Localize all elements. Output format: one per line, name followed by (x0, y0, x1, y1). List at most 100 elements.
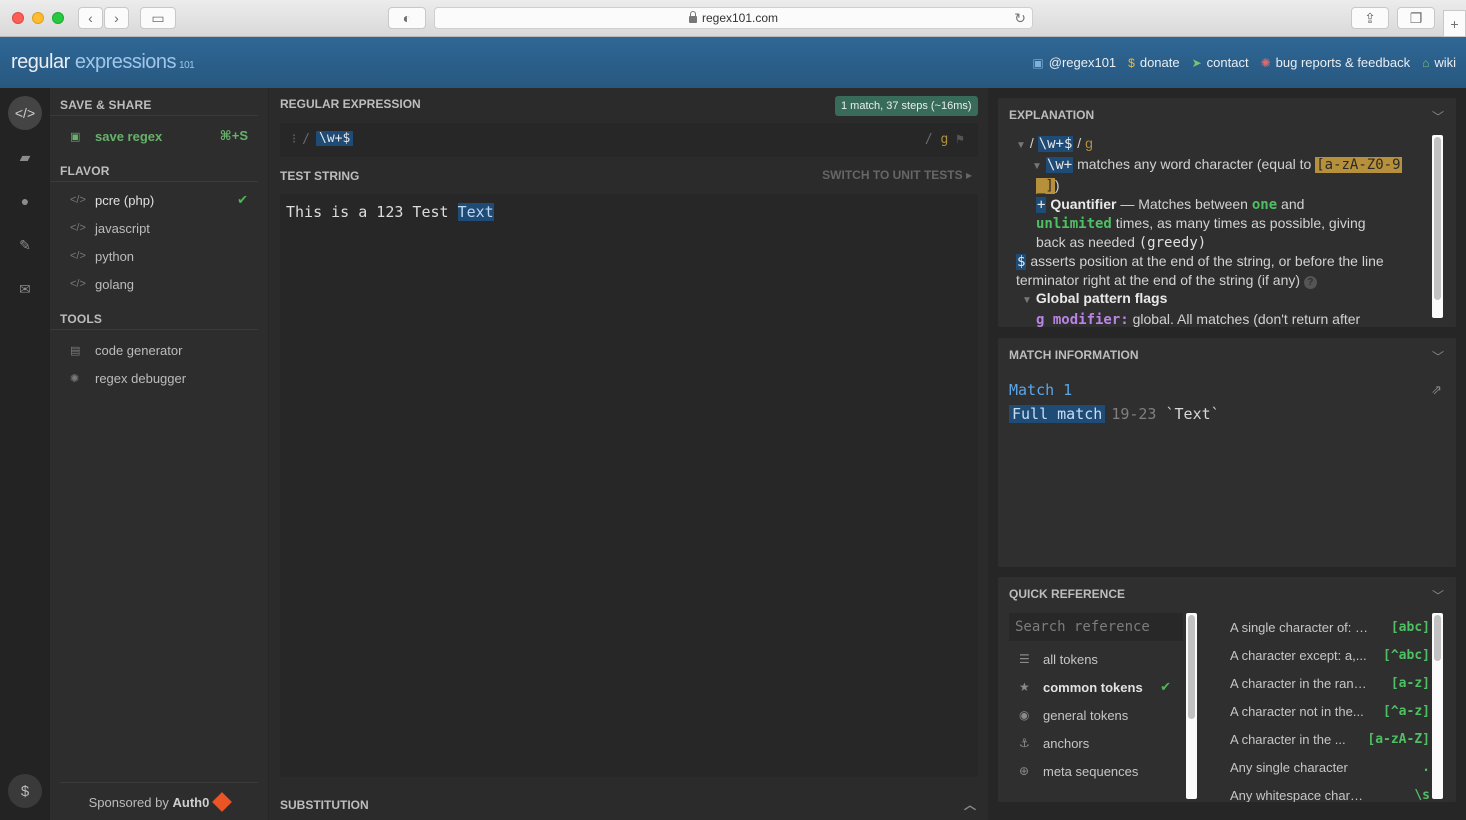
regex-input[interactable]: ⁝ / \w+$ / g ⚑ (280, 123, 978, 157)
new-tab-button[interactable]: + (1443, 10, 1466, 37)
anchor-icon: ⚓ (1019, 736, 1030, 750)
library-icon: ⌂ (1422, 56, 1430, 70)
category-scroll-thumb[interactable] (1188, 615, 1195, 719)
substitution-section[interactable]: SUBSTITUTION ︿ (280, 788, 978, 820)
token-desc: A character in the rang... (1230, 675, 1370, 691)
account-nav[interactable]: ● (8, 184, 42, 218)
save-share-heading: SAVE & SHARE (50, 90, 258, 116)
category-scrollbar[interactable] (1186, 613, 1197, 799)
token-code: [^abc] (1383, 647, 1430, 663)
token-row[interactable]: A character in the ... [a-zA-Z] (1220, 725, 1430, 753)
regex-heading: REGULAR EXPRESSION (280, 97, 421, 111)
save-regex-button[interactable]: ▣ save regex ⌘+S (50, 122, 268, 150)
save-shortcut: ⌘+S (219, 128, 248, 143)
test-text-match-highlight: Text (457, 203, 494, 221)
regex-editor-nav[interactable]: </> (8, 96, 42, 130)
explanation-scroll-thumb[interactable] (1434, 137, 1441, 300)
back-button[interactable]: ‹ (78, 7, 103, 29)
zoom-window-button[interactable] (52, 12, 64, 24)
category-anchors[interactable]: ⚓ anchors (1009, 729, 1183, 757)
regex-debugger-tool[interactable]: ✺ regex debugger (50, 364, 268, 392)
category-meta-sequences[interactable]: ⊕ meta sequences (1009, 757, 1183, 785)
flavor-pcre[interactable]: </> pcre (php) ✔ (50, 186, 268, 214)
explanation-quantifier: + Quantifier — Matches between one and (1016, 195, 1422, 214)
flag-icon: ⚑ (956, 132, 964, 147)
logo-text-regular: regular (11, 51, 70, 73)
full-match-row: Full match 19-23 `Text` (1009, 405, 1220, 423)
word-token-text: matches any word character (equal to (1073, 156, 1316, 172)
sponsor-button[interactable]: $ (8, 774, 42, 808)
explanation-heading: EXPLANATION (1009, 108, 1095, 122)
sidebar-toggle-button[interactable]: ▭ (140, 7, 176, 29)
chat-nav[interactable]: ✉ (8, 272, 42, 306)
token-row[interactable]: Any single character. (1220, 753, 1430, 781)
sponsor-name: Auth0 (172, 795, 210, 810)
token-row[interactable]: A character not in the... [^a-z] (1220, 697, 1430, 725)
donate-link[interactable]: $ donate (1128, 55, 1179, 70)
regex-flags-button[interactable]: / g ⚑ (925, 132, 964, 147)
help-icon[interactable]: ? (1303, 276, 1317, 289)
drag-handle-icon: ⁝ (292, 132, 297, 147)
regex-pattern: \w+$ (316, 131, 354, 146)
quantifier-text-3: back as needed (1036, 234, 1139, 250)
chevron-down-icon[interactable]: ﹀ (1432, 587, 1444, 604)
chevron-right-icon: › (114, 10, 119, 26)
explanation-dollar: $ asserts position at the end of the str… (1016, 252, 1422, 271)
bug-reports-link[interactable]: ✺ bug reports & feedback (1261, 55, 1410, 70)
twitter-link[interactable]: ▣ @regex101 (1032, 55, 1116, 70)
caret-down-icon[interactable]: ▼ (1022, 295, 1032, 306)
star-icon: ★ (1019, 680, 1030, 694)
flavor-javascript[interactable]: </> javascript (50, 214, 268, 242)
category-label: anchors (1043, 735, 1090, 751)
wiki-link[interactable]: ⌂ wiki (1422, 55, 1456, 70)
site-logo[interactable]: regular expressions 101 (11, 51, 195, 74)
close-window-button[interactable] (12, 12, 24, 24)
token-desc: Any single character (1230, 759, 1348, 775)
minimize-window-button[interactable] (32, 12, 44, 24)
sponsor-text: Sponsored by (88, 795, 169, 810)
explanation-scrollbar[interactable] (1432, 135, 1443, 318)
contact-link[interactable]: ➤ contact (1192, 55, 1249, 70)
share-button[interactable]: ⇪ (1351, 7, 1389, 29)
token-row[interactable]: A character except: a,... [^abc] (1220, 641, 1430, 669)
category-common-tokens[interactable]: ★ common tokens ✔ (1009, 673, 1183, 701)
match-range: 19-23 (1111, 405, 1157, 423)
sponsor-banner[interactable]: Sponsored by Auth0 (60, 782, 258, 812)
privacy-button[interactable]: ◐ (388, 7, 426, 29)
reference-search-input[interactable]: Search reference (1009, 613, 1183, 641)
token-scrollbar[interactable] (1432, 613, 1443, 799)
share-match-icon[interactable]: ⇗ (1431, 382, 1442, 398)
settings-nav[interactable]: ✎ (8, 228, 42, 262)
caret-down-icon[interactable]: ▼ (1032, 161, 1042, 172)
test-string-input[interactable]: This is a 123 Test Text (280, 194, 978, 777)
tabs-overview-button[interactable]: ❐ (1397, 7, 1435, 29)
chevron-down-icon[interactable]: ﹀ (1432, 108, 1444, 125)
library-nav[interactable]: ▰ (8, 140, 42, 174)
code-icon: </> (70, 194, 86, 206)
code-generator-tool[interactable]: ▤ code generator (50, 336, 268, 364)
chevron-down-icon[interactable]: ﹀ (1432, 348, 1444, 365)
switch-unit-tests-button[interactable]: SWITCH TO UNIT TESTS ▸ (822, 168, 972, 182)
token-row[interactable]: A character in the rang... [a-z] (1220, 669, 1430, 697)
quantifier-one: one (1251, 197, 1278, 213)
chevron-up-icon[interactable]: ︿ (964, 796, 976, 813)
forward-button[interactable]: › (104, 7, 129, 29)
dollar-token: $ (1016, 254, 1027, 270)
reload-icon[interactable]: ↻ (1014, 10, 1026, 27)
token-row[interactable]: A single character of: a... [abc] (1220, 613, 1430, 641)
caret-down-icon[interactable]: ▼ (1016, 140, 1026, 151)
token-row[interactable]: Any whitespace character \s (1220, 781, 1430, 803)
shield-icon: ◐ (402, 10, 412, 26)
flavor-golang[interactable]: </> golang (50, 270, 268, 298)
address-bar[interactable]: regex101.com ↻ (434, 7, 1033, 29)
token-scroll-thumb[interactable] (1434, 615, 1441, 661)
dollar-text-1: asserts position at the end of the strin… (1026, 253, 1384, 269)
paper-plane-icon: ➤ (1191, 56, 1202, 70)
test-text-unmatched: This is a 123 Test (286, 203, 458, 221)
explanation-root-pattern: \w+$ (1037, 136, 1074, 152)
match-info-panel: MATCH INFORMATION ﹀ Match 1 ⇗ Full match… (998, 338, 1456, 567)
category-general-tokens[interactable]: ◉ general tokens (1009, 701, 1183, 729)
flavor-python[interactable]: </> python (50, 242, 268, 270)
dollar-text-2: terminator right at the end of the strin… (1016, 272, 1301, 288)
category-all-tokens[interactable]: ☰ all tokens (1009, 645, 1183, 673)
